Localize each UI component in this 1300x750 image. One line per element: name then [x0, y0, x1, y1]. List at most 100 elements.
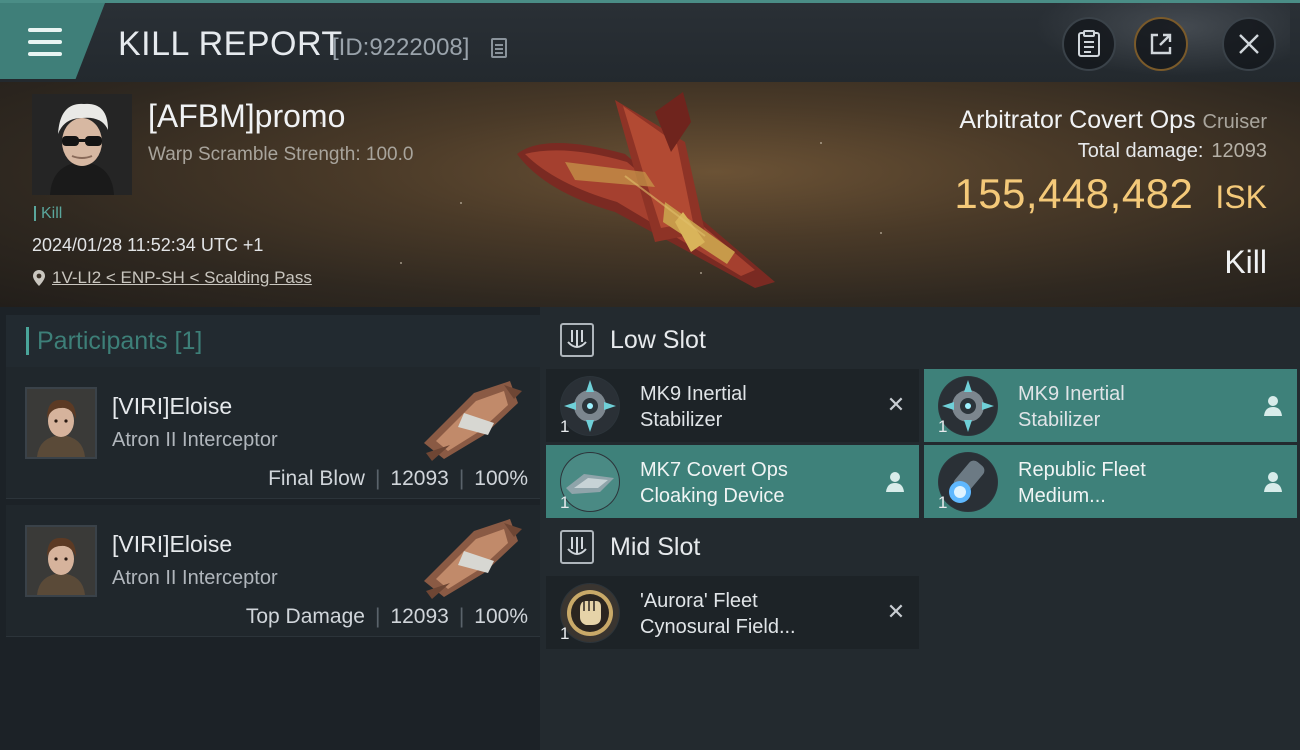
clipboard-icon [1078, 30, 1100, 57]
total-damage: Total damage: 12093 [1078, 140, 1267, 163]
module-item[interactable]: 1 Republic Fleet Medium... [924, 445, 1297, 518]
mid-slot-title: Mid Slot [610, 532, 701, 561]
participant-stats: Final Blow | 12093 | 100% [268, 467, 528, 491]
menu-icon-bar [28, 52, 62, 56]
destroyed-icon: ✕ [886, 599, 906, 624]
participant-role: Top Damage [245, 605, 365, 628]
participant-percent: 100% [474, 467, 528, 490]
mid-slot-header: Mid Slot [560, 530, 700, 564]
participant-avatar-image [27, 527, 95, 595]
module-name-line1: Republic Fleet [1018, 459, 1146, 481]
victim-avatar[interactable] [32, 94, 132, 195]
module-name-line1: MK7 Covert Ops [640, 459, 788, 481]
location-pin-icon [33, 270, 45, 286]
victim-avatar-image [32, 94, 132, 195]
participant-avatar[interactable] [25, 387, 97, 459]
isk-value-row: 155,448,482 ISK [954, 170, 1267, 218]
participant-ship: Atron II Interceptor [112, 567, 278, 589]
low-slot-header: Low Slot [560, 323, 706, 357]
module-quantity: 1 [560, 493, 570, 512]
total-damage-label: Total damage: [1077, 140, 1204, 162]
module-name-line1: MK9 Inertial [1018, 383, 1125, 405]
participant-ship: Atron II Interceptor [112, 429, 278, 451]
location-text: 1V-LI2 < ENP-SH < Scalding Pass [52, 268, 312, 287]
star [460, 202, 462, 204]
total-damage-value: 12093 [1211, 140, 1267, 162]
module-name-line2: Stabilizer [1018, 409, 1101, 431]
star [880, 232, 882, 234]
low-slot-icon [560, 323, 594, 357]
mid-slot-icon [560, 530, 594, 564]
person-icon [886, 472, 904, 492]
module-quantity: 1 [560, 624, 570, 643]
victim-name[interactable]: [AFBM]promo [148, 98, 345, 135]
person-icon [1264, 396, 1282, 416]
ship-name[interactable]: Arbitrator Covert Ops Cruiser [959, 106, 1267, 135]
destroyed-icon: ✕ [886, 392, 906, 417]
participant-stats: Top Damage | 12093 | 100% [246, 605, 528, 629]
page-title: KILL REPORT [118, 25, 343, 63]
module-name-line1: MK9 Inertial [640, 383, 747, 405]
participant-role: Final Blow [268, 467, 365, 490]
victim-ship-image[interactable] [505, 92, 795, 302]
module-name-line2: Cloaking Device [640, 485, 785, 507]
stat-separator: | [458, 605, 465, 628]
module-name: Republic Fleet Medium... [1018, 457, 1248, 509]
module-name: MK7 Covert Ops Cloaking Device [640, 457, 870, 509]
participants-panel: Participants [1] [VIRI]Eloise Atron II I… [0, 307, 540, 750]
victim-subtitle: Warp Scramble Strength: 100.0 [148, 144, 414, 165]
module-item[interactable]: 1 'Aurora' Fleet Cynosural Field... ✕ [546, 576, 919, 649]
share-icon [1150, 33, 1172, 55]
participant-damage: 12093 [390, 605, 449, 628]
participants-header: Participants [1] [6, 315, 540, 371]
module-name-line1: 'Aurora' Fleet [640, 590, 758, 612]
participant-percent: 100% [474, 605, 528, 628]
fittings-panel: Low Slot 1 MK9 Inertial Stabilizer ✕ 1 M… [540, 307, 1300, 750]
low-slot-glyph [567, 330, 587, 348]
kill-type: Kill [1224, 244, 1267, 280]
participant-avatar-image [27, 389, 95, 457]
module-name: MK9 Inertial Stabilizer [1018, 381, 1248, 433]
participants-title: Participants [1] [26, 327, 202, 355]
share-button[interactable] [1134, 17, 1188, 71]
participant-ship-image [424, 381, 522, 461]
star [820, 142, 822, 144]
stat-separator: | [374, 605, 381, 628]
menu-icon [28, 28, 62, 32]
stat-separator: | [374, 467, 381, 490]
module-quantity: 1 [938, 493, 948, 512]
participant-avatar[interactable] [25, 525, 97, 597]
menu-icon-bar [28, 40, 62, 44]
module-name-line2: Stabilizer [640, 409, 723, 431]
ship-type: Arbitrator Covert Ops [959, 106, 1196, 134]
participant-card[interactable]: [VIRI]Eloise Atron II Interceptor Top Da… [6, 505, 540, 637]
low-slot-title: Low Slot [610, 325, 706, 354]
close-button[interactable] [1222, 17, 1276, 71]
location-link[interactable]: 1V-LI2 < ENP-SH < Scalding Pass [32, 268, 312, 288]
module-name-line2: Cynosural Field... [640, 616, 796, 638]
kill-id: [ID:9222008] [332, 34, 470, 61]
participant-card[interactable]: [VIRI]Eloise Atron II Interceptor Final … [6, 367, 540, 499]
participant-name[interactable]: [VIRI]Eloise [112, 531, 232, 558]
menu-button[interactable] [0, 3, 105, 79]
victim-summary: [AFBM]promo Warp Scramble Strength: 100.… [0, 82, 1300, 307]
copy-icon[interactable] [491, 38, 507, 58]
kill-tag: Kill [34, 206, 62, 222]
ship-class: Cruiser [1202, 111, 1267, 133]
close-icon [1239, 34, 1259, 54]
module-item[interactable]: 1 MK7 Covert Ops Cloaking Device [546, 445, 919, 518]
person-icon [1264, 472, 1282, 492]
star [400, 262, 402, 264]
module-name-line2: Medium... [1018, 485, 1106, 507]
module-item[interactable]: 1 MK9 Inertial Stabilizer ✕ [546, 369, 919, 442]
mid-slot-glyph [567, 537, 587, 555]
clipboard-button[interactable] [1062, 17, 1116, 71]
participant-damage: 12093 [390, 467, 449, 490]
participant-name[interactable]: [VIRI]Eloise [112, 393, 232, 420]
module-quantity: 1 [560, 417, 570, 436]
participant-ship-image [424, 519, 522, 599]
isk-value: 155,448,482 [954, 170, 1194, 217]
module-name: MK9 Inertial Stabilizer [640, 381, 870, 433]
module-item[interactable]: 1 MK9 Inertial Stabilizer [924, 369, 1297, 442]
module-quantity: 1 [938, 417, 948, 436]
